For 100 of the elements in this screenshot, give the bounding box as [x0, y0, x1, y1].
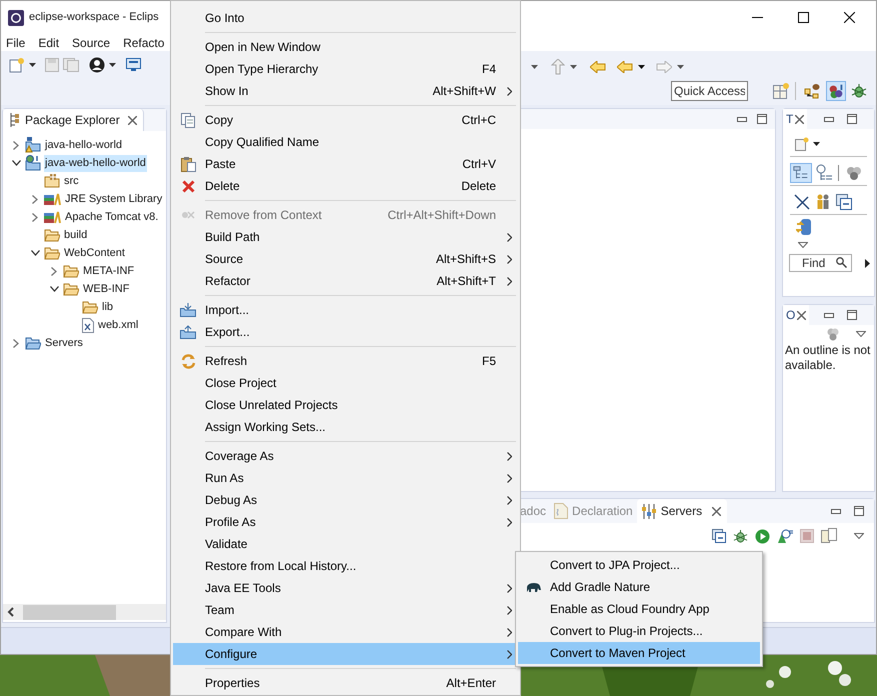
tree-item[interactable]: META-INF	[82, 262, 136, 280]
bug-icon[interactable]	[851, 82, 867, 98]
collapsed-chevron-icon[interactable]	[51, 266, 57, 276]
scroll-left-icon[interactable]	[7, 607, 15, 617]
tree-item[interactable]: src	[63, 172, 80, 190]
tree-item[interactable]: build	[63, 226, 88, 244]
collapsed-chevron-icon[interactable]	[32, 194, 38, 204]
menu-item[interactable]: Restore from Local History...	[173, 555, 518, 577]
close-icon[interactable]	[128, 116, 137, 124]
minimize-icon[interactable]	[831, 508, 841, 514]
maximize-icon[interactable]	[847, 114, 858, 124]
menu-item[interactable]: Validate	[173, 533, 518, 555]
menu-item[interactable]: Refactor Alt+Shift+T	[173, 270, 518, 292]
menu-item[interactable]: Refresh F5	[173, 350, 518, 372]
menu-item[interactable]: Java EE Tools	[173, 577, 518, 599]
menu-item[interactable]: Refacto	[123, 34, 164, 52]
menu-item[interactable]: Edit	[38, 34, 60, 52]
find-field[interactable]: Find	[789, 254, 852, 272]
menu-item[interactable]: Copy Qualified Name	[173, 131, 518, 153]
dropdown-caret-icon[interactable]	[813, 142, 820, 146]
menu-item[interactable]: Run As	[173, 467, 518, 489]
new-file-icon[interactable]	[9, 57, 25, 73]
dropdown-caret-icon[interactable]	[109, 63, 116, 67]
menu-item[interactable]: Open Type Hierarchy F4	[173, 58, 518, 80]
tree-item[interactable]: WebContent	[63, 244, 126, 262]
menu-item[interactable]: Compare With	[173, 621, 518, 643]
categorized-list-icon[interactable]	[790, 162, 812, 182]
menu-item[interactable]: File	[6, 34, 26, 52]
menu-item[interactable]: Debug As	[173, 489, 518, 511]
dropdown-caret-icon[interactable]	[531, 65, 538, 69]
back-arrow-icon[interactable]	[590, 61, 606, 73]
expanded-chevron-icon[interactable]	[50, 286, 58, 292]
collapsed-chevron-icon[interactable]	[13, 140, 19, 150]
menu-item[interactable]: Close Unrelated Projects	[173, 394, 518, 416]
dropdown-caret-icon[interactable]	[677, 65, 684, 69]
user-circle-icon[interactable]	[89, 57, 105, 73]
expanded-chevron-icon[interactable]	[12, 160, 20, 166]
minimize-icon[interactable]	[824, 312, 834, 318]
menu-caret-icon[interactable]	[854, 533, 864, 539]
tree-item[interactable]: Apache Tomcat v8.	[64, 208, 160, 226]
menu-item[interactable]: Build Path	[173, 226, 518, 248]
menu-item[interactable]: Source Alt+Shift+S	[173, 248, 518, 270]
grouped-circles-icon[interactable]	[846, 166, 862, 180]
menu-item[interactable]: Show In Alt+Shift+W	[173, 80, 518, 102]
perspective-open-icon[interactable]	[773, 82, 789, 98]
maximize-icon[interactable]	[757, 114, 767, 124]
maximize-icon[interactable]	[854, 506, 864, 516]
menu-item[interactable]: Convert to JPA Project...	[518, 554, 760, 576]
menu-item[interactable]: Team	[173, 599, 518, 621]
people-icon[interactable]	[815, 194, 831, 210]
tree-item[interactable]: Servers	[44, 334, 84, 352]
menu-item[interactable]: Enable as Cloud Foundry App	[518, 598, 760, 620]
collapsed-chevron-icon[interactable]	[13, 338, 19, 348]
play-icon[interactable]	[755, 528, 770, 544]
back-arrow-icon[interactable]	[617, 61, 633, 73]
close-icon[interactable]	[797, 310, 806, 320]
menu-item[interactable]: Convert to Maven Project	[518, 642, 760, 664]
tree-item[interactable]: web.xml	[97, 316, 140, 334]
hierarchy-icon[interactable]	[804, 82, 820, 98]
tree-item[interactable]: java-hello-world	[44, 136, 124, 154]
menu-item[interactable]: Assign Working Sets...	[173, 416, 518, 438]
close-icon[interactable]	[795, 114, 804, 124]
maximize-icon[interactable]	[847, 310, 858, 320]
expand-right-icon[interactable]	[865, 258, 870, 268]
menu-item[interactable]: Open in New Window	[173, 36, 518, 58]
menu-item[interactable]: Close Project	[173, 372, 518, 394]
menu-item[interactable]: Export...	[173, 321, 518, 343]
menu-caret-icon[interactable]	[856, 331, 866, 337]
scheduled-list-icon[interactable]	[816, 164, 834, 182]
outline-tab[interactable]: O	[783, 305, 810, 325]
menu-caret-icon[interactable]	[798, 242, 808, 248]
tree-item[interactable]: java-web-hello-world	[44, 154, 147, 172]
dropdown-caret-icon[interactable]	[638, 65, 645, 69]
scrollbar-thumb[interactable]	[23, 604, 116, 620]
tree-item[interactable]: JRE System Library	[64, 190, 164, 208]
minimize-icon[interactable]	[824, 116, 834, 122]
menu-item[interactable]: Go Into	[173, 7, 518, 29]
menu-item[interactable]: Convert to Plug-in Projects...	[518, 620, 760, 642]
menu-item[interactable]: Profile As	[173, 511, 518, 533]
collapse-all-icon[interactable]	[836, 194, 852, 210]
panel-tab[interactable]: Servers	[636, 499, 728, 523]
menu-item[interactable]: Configure	[173, 643, 518, 665]
menu-item[interactable]: Add Gradle Nature	[518, 576, 760, 598]
dropdown-caret-icon[interactable]	[570, 65, 577, 69]
collapse-all-icon[interactable]	[712, 529, 726, 543]
menu-item[interactable]: Source	[72, 34, 110, 52]
tree-item[interactable]: lib	[101, 298, 114, 316]
menu-item[interactable]: Paste Ctrl+V	[173, 153, 518, 175]
menu-item[interactable]: Import...	[173, 299, 518, 321]
dropdown-caret-icon[interactable]	[29, 63, 36, 67]
collapsed-chevron-icon[interactable]	[32, 212, 38, 222]
bug-icon[interactable]	[733, 528, 748, 544]
package-explorer-tab[interactable]: Package Explorer	[3, 109, 144, 131]
menu-item[interactable]: Coverage As	[173, 445, 518, 467]
expanded-chevron-icon[interactable]	[30, 250, 40, 256]
close-icon[interactable]	[712, 506, 722, 516]
menu-item[interactable]: Delete Delete	[173, 175, 518, 197]
minimize-icon[interactable]	[737, 116, 747, 122]
grouped-circles-icon[interactable]	[826, 328, 840, 340]
sync-database-icon[interactable]	[796, 218, 812, 236]
